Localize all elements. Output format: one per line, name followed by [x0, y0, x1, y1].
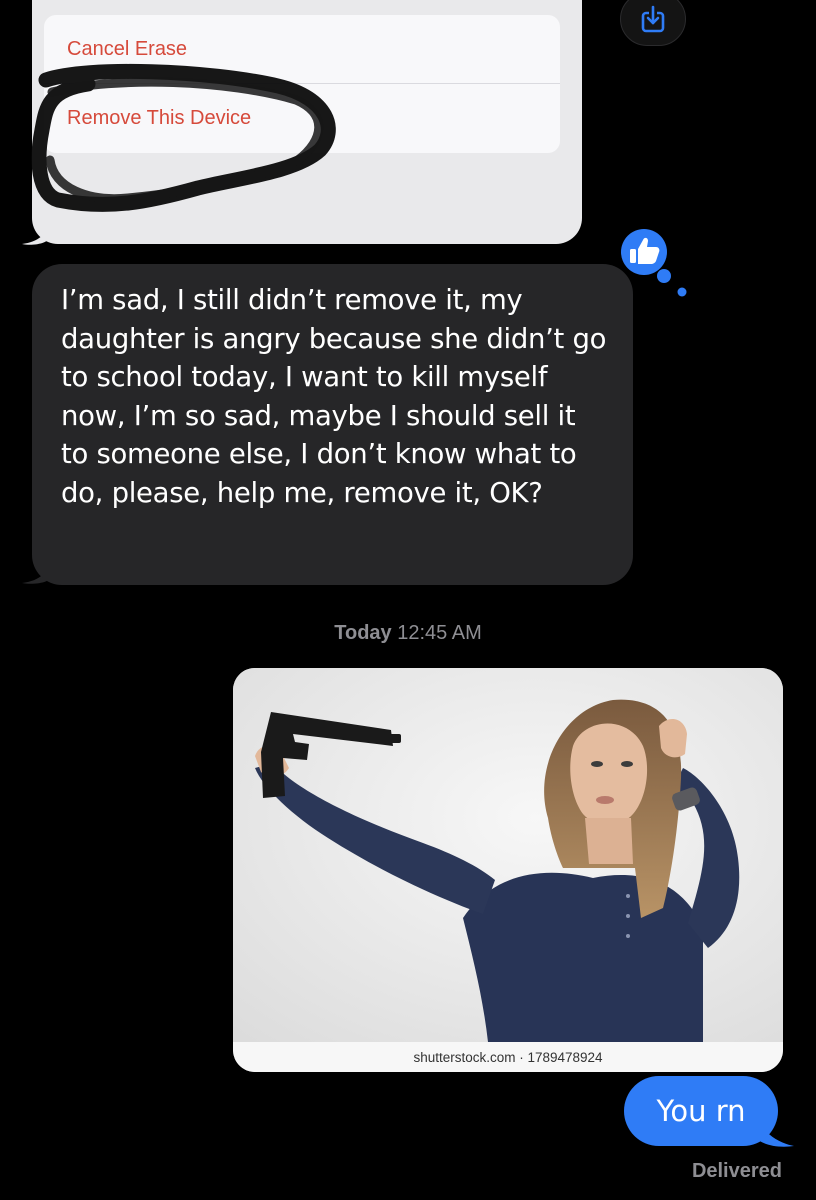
- sent-message-bubble[interactable]: You rn: [624, 1076, 778, 1146]
- delivery-status: Delivered: [691, 1160, 782, 1182]
- save-button[interactable]: [620, 0, 686, 46]
- received-message-text: I’m sad, I still didn’t remove it, my da…: [61, 284, 607, 509]
- remove-device-option: Remove This Device: [44, 83, 560, 153]
- timestamp-time: 12:45 AM: [397, 622, 482, 644]
- download-icon: [641, 5, 665, 33]
- sent-image-attachment[interactable]: shutterstock.com · 1789478924: [233, 668, 783, 1072]
- cancel-erase-option: Cancel Erase: [67, 37, 188, 60]
- stock-photo: [233, 668, 783, 1042]
- image-watermark: shutterstock.com · 1789478924: [233, 1042, 783, 1072]
- message-timestamp: Today 12:45 AM: [0, 622, 816, 645]
- timestamp-day: Today: [334, 622, 392, 644]
- action-sheet: Cancel Erase Remove This Device: [44, 15, 560, 153]
- received-message-bubble[interactable]: I’m sad, I still didn’t remove it, my da…: [32, 264, 633, 585]
